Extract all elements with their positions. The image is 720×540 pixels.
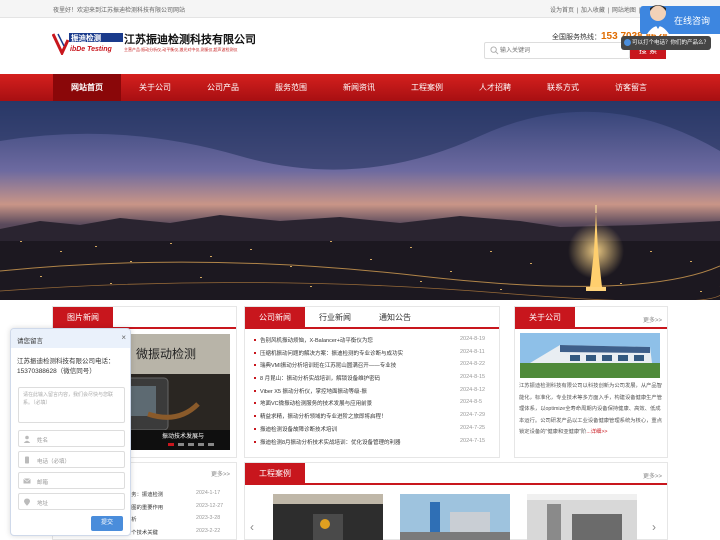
- message-panel-title: 请您留言: [17, 338, 43, 345]
- nav-services[interactable]: 服务范围: [257, 74, 325, 101]
- case-photo-plant: [400, 494, 510, 540]
- email-field[interactable]: 邮箱: [18, 472, 125, 489]
- photo-news-header: 图片新闻: [53, 307, 236, 329]
- company-slogan: 主营产品:振动分析仪,动平衡仪,激光对中仪,测振仪,超声波检测仪: [124, 47, 238, 52]
- top-bar: 夜里好！欢迎来到江苏振迪检测科技有限公司网站 设为首页 | 加入收藏 | 网站地…: [0, 0, 720, 18]
- message-panel: 请您留言 × 江苏振迪检测科技有限公司电话：15370388628（微信同号） …: [10, 328, 131, 536]
- online-consult-label: 在线咨询: [674, 16, 711, 26]
- news-item[interactable]: 地面VC微振动检测服务的技术发展与应用前景 2024-8-5: [252, 397, 492, 410]
- search-input[interactable]: [500, 45, 610, 57]
- nav-home[interactable]: 网站首页: [53, 74, 121, 101]
- news-item[interactable]: 瑞典VMI振动分析培训班在江苏昆山圆满召开——专业技 2024-8-22: [252, 359, 492, 372]
- chat-bubble-text: 可以打个电话？你们的产品么？: [632, 40, 710, 46]
- mail-icon: [23, 478, 31, 484]
- search-box: [484, 42, 630, 59]
- case-image[interactable]: [400, 494, 510, 540]
- location-icon: [24, 498, 30, 506]
- news-item[interactable]: 振迪检测8月振动分析技术实战培训：优化设备管理的利器 2024-7-15: [252, 436, 492, 449]
- close-icon[interactable]: ×: [121, 333, 126, 342]
- top-links: 设为首页 | 加入收藏 | 网站地图 |: [550, 5, 641, 14]
- news-item[interactable]: Viber X5 振动分析仪，掌控地面振动等级-振 2024-8-12: [252, 385, 492, 398]
- nav-about[interactable]: 关于公司: [121, 74, 189, 101]
- message-panel-header: 请您留言 ×: [11, 329, 130, 348]
- company-name: 江苏振迪检测科技有限公司: [124, 34, 256, 46]
- about-more-link[interactable]: 更多>>: [643, 315, 662, 324]
- news-item[interactable]: 8 月昆山：振动分析实战培训，解锁设备维护密码 2024-8-15: [252, 372, 492, 385]
- list-item[interactable]: 速图的重要作用 2023-12-27: [126, 503, 234, 516]
- news-item[interactable]: 压缩机振动问题的解决方案：振迪检测的专业诊断与成功实 2024-8-11: [252, 347, 492, 360]
- hero-banner: [0, 101, 720, 300]
- nav-news[interactable]: 新闻资讯: [325, 74, 393, 101]
- tab-notices[interactable]: 通知公告: [365, 307, 425, 329]
- cases-header: 工程案例 更多>>: [245, 463, 667, 485]
- case-photo-machinery: [527, 494, 637, 540]
- image-caption: 振动技术发展与: [162, 432, 204, 440]
- nav-guestbook[interactable]: 访客留言: [597, 74, 665, 101]
- case-image[interactable]: [527, 494, 637, 540]
- user-icon: [23, 435, 31, 443]
- about-image[interactable]: [520, 333, 660, 378]
- about-header: 关于公司 更多>>: [515, 307, 667, 329]
- hotline-label: 全国服务热线：: [552, 34, 601, 41]
- industry-news-list: 服务：振迪检测 2024-1-17 速图的重要作用 2023-12-27 分析 202…: [126, 490, 234, 540]
- tab-industry-news[interactable]: 行业新闻: [307, 307, 363, 329]
- link-separator: |: [576, 8, 579, 14]
- logo-en: ibDe Testing: [70, 46, 112, 53]
- phone-field[interactable]: 电话（必填）: [18, 451, 125, 468]
- search-icon: [490, 46, 499, 55]
- main-nav: 网站首页 关于公司 公司产品 服务范围 新闻资讯 工程案例 人才招聘 联系方式 …: [0, 74, 720, 101]
- news-list: 告别风机振动烦恼，X-Balancer+动平衡仪为您 2024-8-19 压缩机振…: [252, 334, 492, 448]
- about-text: 江苏振迪检测科技有限公司以科技创新为公司发展，从产品智能化，标准化，专业技术等多…: [519, 381, 663, 439]
- about-title: 关于公司: [515, 307, 575, 329]
- list-item[interactable]: 析个技术关键 2023-2-22: [126, 528, 234, 540]
- nav-jobs[interactable]: 人才招聘: [461, 74, 529, 101]
- link-separator: |: [607, 8, 610, 14]
- tab-company-news[interactable]: 公司新闻: [245, 307, 305, 329]
- news-item[interactable]: 精益求精，振动分析领域的专业进阶之旅即将启程！ 2024-7-29: [252, 410, 492, 423]
- list-item[interactable]: 分析 2023-3-28: [126, 515, 234, 528]
- welcome-text: 夜里好！欢迎来到江苏振迪检测科技有限公司网站: [53, 8, 186, 14]
- nav-contact[interactable]: 联系方式: [529, 74, 597, 101]
- address-field[interactable]: 地址: [18, 493, 125, 510]
- message-textarea[interactable]: 请在此输入留言内容，我们会尽快与您联系。（必填）: [18, 387, 125, 423]
- online-consult-button[interactable]: 在线咨询: [640, 5, 720, 34]
- news-tabs: 公司新闻 行业新闻 通知公告: [245, 307, 499, 329]
- news-item[interactable]: 振迪检测设备故障诊断技术培训 2024-7-25: [252, 423, 492, 436]
- message-intro: 江苏振迪检测科技有限公司电话：15370388628（微信同号）: [17, 358, 115, 375]
- cases-more-link[interactable]: 更多>>: [643, 471, 662, 480]
- chat-icon: [624, 39, 631, 46]
- nav-cases[interactable]: 工程案例: [393, 74, 461, 101]
- sitemap-link[interactable]: 网站地图: [612, 8, 636, 14]
- case-photo-workers: [273, 494, 383, 540]
- nav-products[interactable]: 公司产品: [189, 74, 257, 101]
- office-building-photo: [520, 333, 660, 378]
- city-night-image: [0, 101, 720, 300]
- cases-next-arrow[interactable]: ›: [652, 520, 662, 534]
- chat-bubble[interactable]: 可以打个电话？你们的产品么？: [621, 36, 711, 50]
- case-image[interactable]: [273, 494, 383, 540]
- photo-news-title: 图片新闻: [53, 307, 113, 329]
- cases-prev-arrow[interactable]: ‹: [250, 520, 260, 534]
- set-homepage-link[interactable]: 设为首页: [550, 8, 574, 14]
- submit-button[interactable]: 提交: [91, 516, 123, 531]
- name-field[interactable]: 姓名: [18, 430, 125, 447]
- industry-more-link[interactable]: 更多>>: [211, 469, 230, 478]
- list-item[interactable]: 服务：振迪检测 2024-1-17: [126, 490, 234, 503]
- image-text: 微振动检测: [136, 346, 196, 361]
- header: 振迪检测 ibDe Testing 江苏振迪检测科技有限公司 主营产品:振动分析…: [0, 18, 720, 74]
- about-description: 江苏振迪检测科技有限公司以科技创新为公司发展，从产品智能化，标准化，专业技术等多…: [519, 383, 663, 435]
- logo-cn: 振迪检测: [71, 33, 101, 43]
- phone-icon: [25, 456, 29, 464]
- add-favorite-link[interactable]: 加入收藏: [581, 8, 605, 14]
- company-logo[interactable]: 振迪检测 ibDe Testing: [52, 31, 124, 55]
- about-detail-link[interactable]: ...详细>>: [586, 429, 607, 435]
- agent-avatar-icon: [647, 5, 669, 34]
- cases-title: 工程案例: [245, 463, 305, 485]
- news-item[interactable]: 告别风机振动烦恼，X-Balancer+动平衡仪为您 2024-8-19: [252, 334, 492, 347]
